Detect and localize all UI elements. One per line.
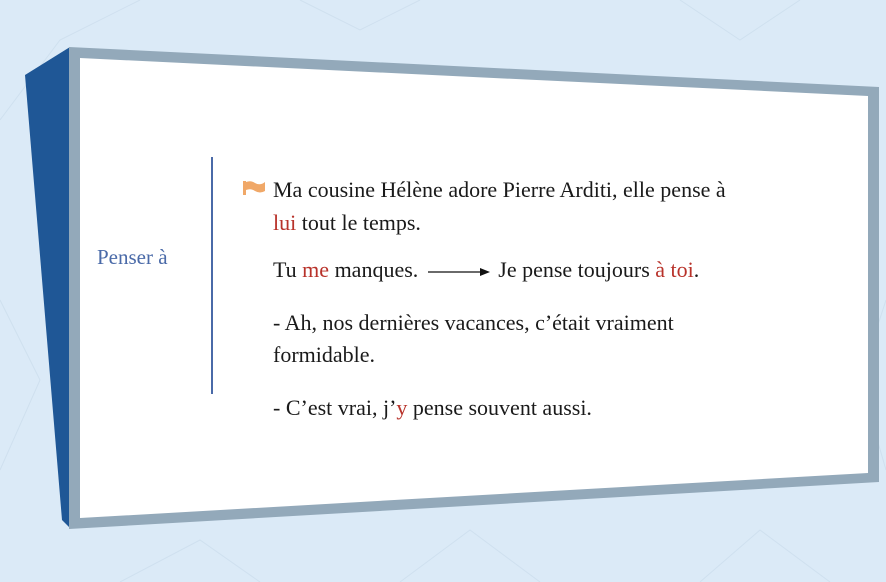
pronoun-y: y: [396, 395, 408, 420]
slide-frame: [0, 0, 886, 582]
arrow-right-icon: [428, 267, 491, 276]
flag-icon: [243, 181, 265, 195]
line-5: formidable.: [273, 342, 376, 367]
divider-line: [211, 157, 213, 394]
line-1: Ma cousine Hélène adore Pierre Arditi, e…: [273, 177, 726, 202]
line-3: Tu me manques. Je pense toujours à toi.: [273, 257, 699, 283]
line-3-c: Je pense toujours: [498, 257, 656, 282]
line-3-d: .: [693, 257, 700, 282]
slide-content-area: [80, 58, 868, 518]
line-6-b: pense souvent aussi.: [407, 395, 592, 420]
pronoun-lui: lui: [273, 210, 297, 235]
line-6-a: - C’est vrai, j’: [273, 395, 397, 420]
line-3-b: manques.: [329, 257, 419, 282]
pronoun-me: me: [302, 257, 330, 282]
line-2-rest: tout le temps.: [296, 210, 421, 235]
pronoun-a-toi: à toi: [655, 257, 694, 282]
topic-label: Penser à: [97, 245, 168, 269]
line-3-a: Tu: [273, 257, 303, 282]
line-6: - C’est vrai, j’y pense souvent aussi.: [273, 395, 592, 421]
line-4: - Ah, nos dernières vacances, c’était vr…: [273, 310, 674, 335]
frame-side: [25, 47, 70, 528]
line-2: lui tout le temps.: [273, 210, 421, 236]
